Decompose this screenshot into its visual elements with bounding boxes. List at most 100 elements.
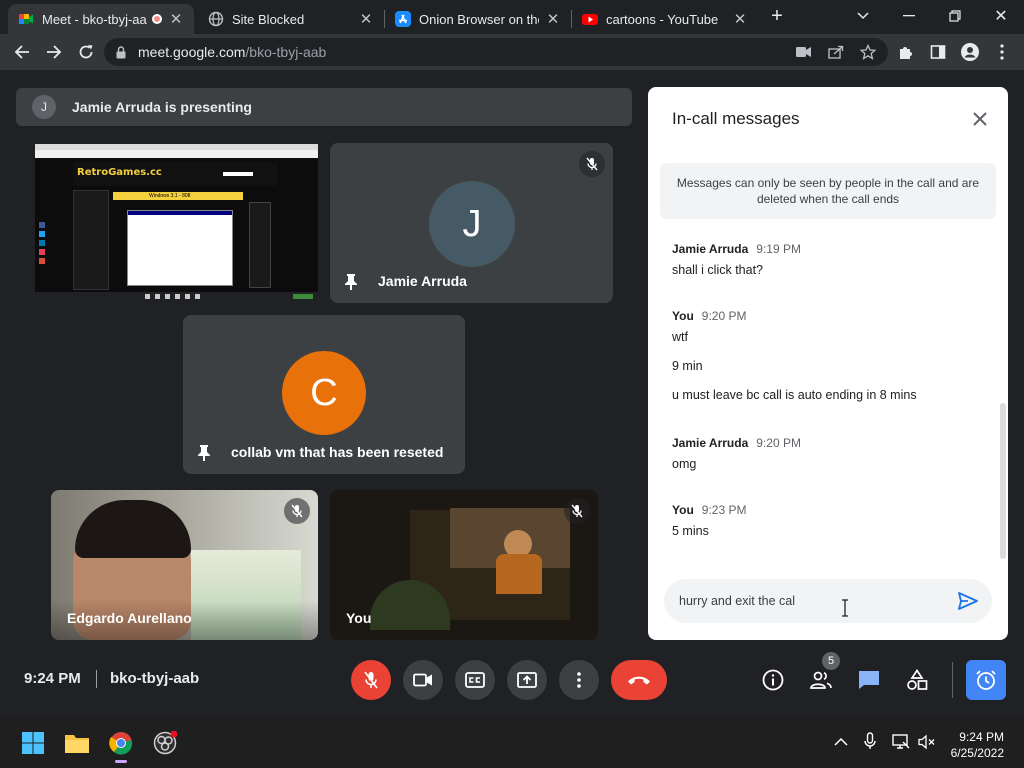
presenting-banner: J Jamie Arruda is presenting	[16, 88, 632, 126]
leave-call-button[interactable]	[611, 660, 667, 700]
camera-icon[interactable]	[796, 46, 812, 58]
globe-icon	[208, 11, 224, 27]
reload-icon[interactable]	[72, 38, 100, 66]
forward-arrow-icon[interactable]	[40, 38, 68, 66]
network-tray-icon[interactable]	[892, 734, 910, 755]
google-meet-icon	[19, 14, 33, 24]
mic-toggle-button[interactable]	[351, 660, 391, 700]
browser-tab-strip: Meet - bko-tbyj-aa ✕ Site Blocked ✕ Onio…	[0, 0, 1024, 34]
window-close-icon[interactable]: ✕	[986, 4, 1016, 28]
obs-studio-icon[interactable]	[150, 728, 180, 758]
new-tab-plus-icon[interactable]: +	[762, 4, 792, 28]
message-group: You 9:23 PM 5 mins	[672, 503, 992, 538]
more-options-button[interactable]	[559, 660, 599, 700]
tab-title: Site Blocked	[232, 11, 305, 27]
message-time: 9:20 PM	[701, 309, 747, 323]
activities-shapes-icon	[907, 669, 928, 690]
shared-screen-tile[interactable]: RetroGames.cc Windows 3.1 - 808	[35, 144, 318, 302]
chrome-menu-icon[interactable]	[988, 38, 1016, 66]
shared-title-strip: Windows 3.1 - 808	[113, 192, 243, 200]
shared-social-icons	[39, 222, 45, 272]
share-icon[interactable]	[828, 45, 844, 59]
minimize-icon[interactable]	[894, 4, 924, 28]
activities-button[interactable]	[901, 664, 933, 696]
participant-name: You	[346, 610, 372, 626]
message-text: wtf	[672, 330, 688, 344]
shared-left-menu	[73, 190, 109, 290]
participant-tile-jamie[interactable]: J Jamie Arruda	[330, 143, 613, 303]
tab-youtube[interactable]: cartoons - YouTube ✕	[572, 4, 758, 34]
present-now-button[interactable]	[507, 660, 547, 700]
profile-avatar-icon[interactable]	[956, 38, 984, 66]
pin-icon[interactable]	[197, 444, 211, 462]
mic-off-icon	[564, 498, 590, 524]
divider	[952, 662, 953, 698]
message-input[interactable]	[679, 594, 939, 608]
tab-title: Onion Browser on the	[419, 11, 539, 27]
chrome-icon[interactable]	[106, 728, 136, 763]
participant-tile-collab-vm[interactable]: C collab vm that has been reseted	[183, 315, 465, 474]
message-text: 5 mins	[672, 524, 709, 538]
message-time: 9:19 PM	[756, 242, 801, 256]
timer-extension-button[interactable]	[966, 660, 1006, 700]
url-host: meet.google.com	[138, 44, 246, 60]
show-hidden-icons-chevron-icon[interactable]	[834, 734, 848, 752]
tab-meet[interactable]: Meet - bko-tbyj-aa ✕	[8, 4, 194, 34]
shared-title-text: Windows 3.1 - 808	[149, 193, 191, 199]
address-bar[interactable]: meet.google.com/bko-tbyj-aab	[104, 38, 888, 66]
message-text: shall i click that?	[672, 263, 764, 277]
participants-count-badge: 5	[822, 652, 840, 670]
retrogames-logo: RetroGames.cc	[77, 167, 162, 178]
people-icon	[810, 671, 832, 689]
participant-tile-edgardo[interactable]: Edgardo Aurellano	[51, 490, 318, 640]
active-app-indicator	[115, 760, 127, 763]
volume-muted-tray-icon[interactable]	[918, 734, 936, 755]
camera-toggle-button[interactable]	[403, 660, 443, 700]
participant-tile-you[interactable]: You	[330, 490, 598, 640]
chat-button[interactable]	[853, 664, 885, 696]
meeting-details-button[interactable]	[757, 664, 789, 696]
message-sender: Jamie Arruda	[672, 436, 749, 450]
shared-taskbar	[35, 292, 318, 302]
message-compose-box[interactable]	[664, 579, 992, 623]
back-arrow-icon[interactable]	[8, 38, 36, 66]
in-call-messages-panel: In-call messages Messages can only be se…	[648, 87, 1008, 640]
captions-button[interactable]	[455, 660, 495, 700]
bookmark-star-icon[interactable]	[860, 44, 876, 60]
presenting-text: Jamie Arruda is presenting	[72, 99, 252, 115]
close-icon[interactable]	[968, 107, 992, 131]
retrogames-header: RetroGames.cc	[73, 162, 277, 186]
windows-taskbar: 9:24 PM 6/25/2022	[0, 718, 1024, 768]
file-explorer-icon[interactable]	[62, 728, 92, 758]
tab-onion-browser[interactable]: Onion Browser on the ✕	[385, 4, 571, 34]
tab-close-icon[interactable]: ✕	[545, 10, 561, 28]
restore-icon[interactable]	[940, 4, 970, 28]
shared-right-menu	[249, 202, 271, 288]
chat-scrollbar[interactable]	[1000, 403, 1006, 559]
tab-close-icon[interactable]: ✕	[168, 10, 184, 28]
pin-icon[interactable]	[344, 273, 358, 291]
side-panel-icon[interactable]	[924, 38, 952, 66]
closed-captions-icon	[465, 672, 485, 688]
tab-close-icon[interactable]: ✕	[358, 10, 374, 28]
microphone-tray-icon[interactable]	[864, 732, 876, 755]
tab-site-blocked[interactable]: Site Blocked ✕	[198, 4, 384, 34]
meeting-clock: 9:24 PM	[24, 670, 81, 687]
privacy-notice: Messages can only be seen by people in t…	[660, 163, 996, 219]
message-group: Jamie Arruda 9:19 PM shall i click that?	[672, 242, 992, 277]
send-icon[interactable]	[956, 589, 980, 613]
tab-search-chevron-icon[interactable]	[848, 4, 878, 28]
meeting-code: bko-tbyj-aab	[110, 670, 200, 687]
mic-off-icon	[364, 671, 378, 689]
message-sender: Jamie Arruda	[672, 242, 749, 256]
start-windows-icon[interactable]	[18, 728, 48, 758]
message-text: omg	[672, 457, 697, 471]
shared-address-bar	[35, 150, 318, 158]
participant-name: Jamie Arruda	[378, 273, 467, 289]
system-clock[interactable]: 9:24 PM 6/25/2022	[951, 729, 1004, 761]
extensions-puzzle-icon[interactable]	[892, 38, 920, 66]
alarm-clock-icon	[976, 670, 996, 690]
tab-title: cartoons - YouTube	[606, 11, 719, 27]
tab-close-icon[interactable]: ✕	[732, 10, 748, 28]
participant-avatar: J	[429, 181, 515, 267]
